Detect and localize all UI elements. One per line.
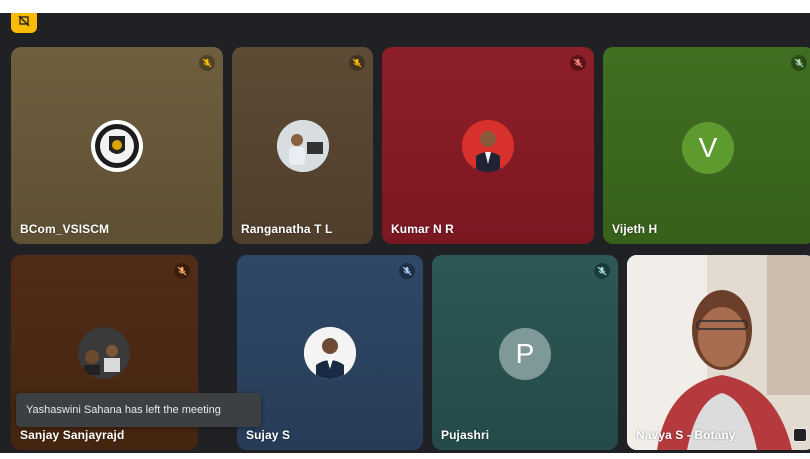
letter-avatar: P bbox=[499, 328, 551, 380]
presentation-badge[interactable] bbox=[11, 13, 37, 33]
participant-tile-bcom-vsiscm[interactable]: BCom_VSISCM bbox=[11, 47, 223, 244]
profile-photo-avatar bbox=[304, 327, 356, 379]
muted-mic-icon bbox=[199, 55, 215, 71]
avatar-letter: P bbox=[515, 338, 535, 369]
participant-tile-kumar[interactable]: Kumar N R bbox=[382, 47, 594, 244]
participant-name: BCom_VSISCM bbox=[20, 222, 110, 236]
muted-mic-icon bbox=[349, 55, 365, 71]
muted-mic-icon bbox=[594, 263, 610, 279]
notification-toast: Yashaswini Sahana has left the meeting bbox=[16, 393, 261, 427]
participant-name: Sujay S bbox=[246, 428, 291, 442]
profile-photo-avatar bbox=[462, 120, 514, 172]
avatar-letter: V bbox=[698, 132, 718, 163]
profile-photo-avatar bbox=[277, 120, 329, 172]
participant-name: Ranganatha T L bbox=[241, 222, 333, 236]
toast-message: Yashaswini Sahana has left the meeting bbox=[26, 404, 221, 416]
participant-name: Kumar N R bbox=[391, 222, 454, 236]
profile-photo-avatar bbox=[78, 327, 130, 379]
participant-name: Navya S - Botany bbox=[636, 428, 736, 442]
participant-tile-pujashri[interactable]: P Pujashri bbox=[432, 255, 618, 450]
participant-tile-sujay[interactable]: Sujay S bbox=[237, 255, 423, 450]
participant-tile-navya-video[interactable]: Navya S - Botany bbox=[627, 255, 810, 450]
pin-icon[interactable] bbox=[793, 428, 807, 442]
participant-name: Pujashri bbox=[441, 428, 490, 442]
participant-name: Vijeth H bbox=[612, 222, 658, 236]
muted-mic-icon bbox=[174, 263, 190, 279]
muted-mic-icon bbox=[399, 263, 415, 279]
video-feed bbox=[627, 255, 810, 450]
participant-name: Sanjay Sanjayrajd bbox=[20, 428, 125, 442]
participant-tile-vijeth[interactable]: V Vijeth H bbox=[603, 47, 810, 244]
participant-tile-ranganatha[interactable]: Ranganatha T L bbox=[232, 47, 373, 244]
muted-mic-icon bbox=[791, 55, 807, 71]
presentation-off-icon bbox=[18, 14, 30, 32]
letter-avatar: V bbox=[682, 122, 734, 174]
college-logo-avatar bbox=[91, 120, 143, 172]
muted-mic-icon bbox=[570, 55, 586, 71]
meeting-stage: BCom_VSISCM Ranganatha T L Kumar N R V V… bbox=[0, 13, 810, 453]
